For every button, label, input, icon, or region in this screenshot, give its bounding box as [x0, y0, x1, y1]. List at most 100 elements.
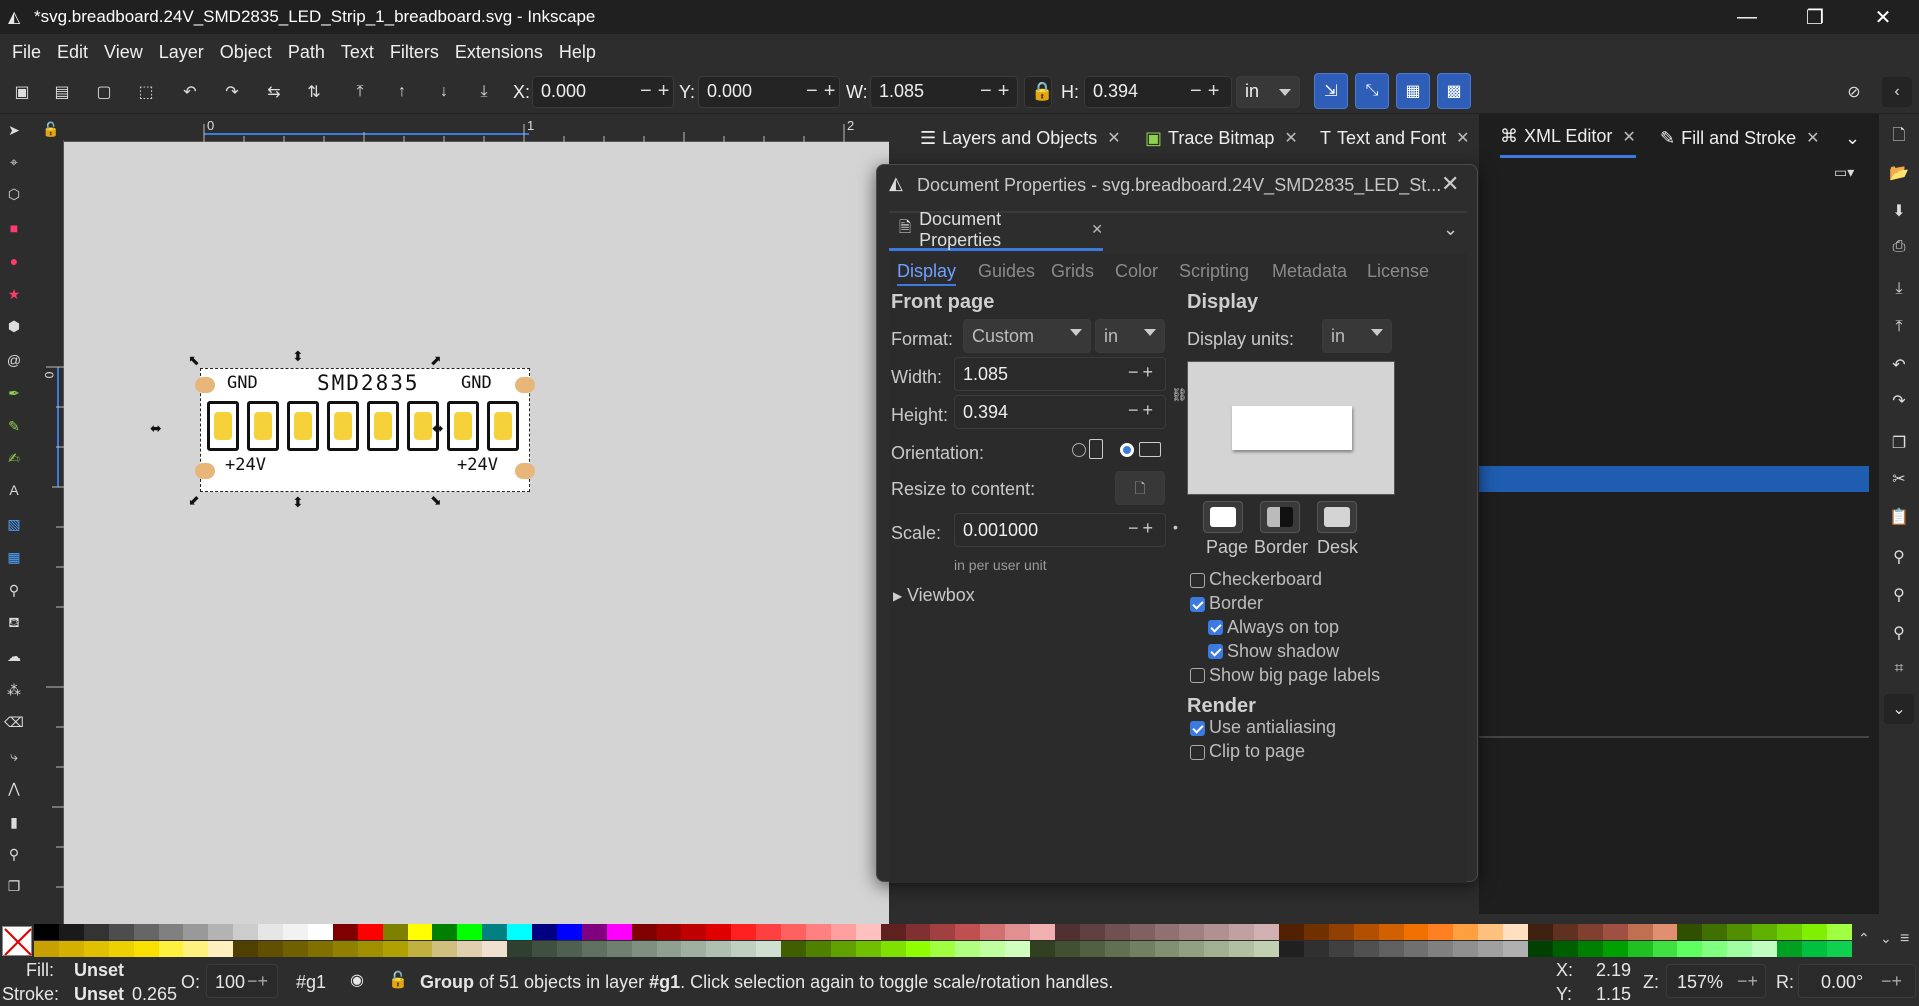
subtab-grids[interactable]: Grids: [1051, 261, 1094, 282]
palette-swatch[interactable]: [1353, 924, 1380, 940]
stroke-width[interactable]: 0.265: [132, 984, 177, 1005]
palette-swatch[interactable]: [1478, 941, 1504, 957]
palette-swatch[interactable]: [1279, 941, 1305, 957]
landscape-radio[interactable]: [1120, 443, 1134, 457]
palette-swatch[interactable]: [1478, 924, 1504, 940]
no-paint-swatch[interactable]: [2, 926, 32, 956]
format-select[interactable]: Custom: [963, 319, 1091, 353]
scale-handle-sw[interactable]: ⬋: [188, 492, 200, 509]
palette-swatch[interactable]: [1602, 924, 1629, 940]
palette-swatch[interactable]: [507, 941, 533, 957]
palette-swatch[interactable]: [1154, 924, 1180, 940]
palette-swatch[interactable]: [805, 924, 832, 940]
palette-swatch[interactable]: [357, 924, 384, 940]
palette-swatch[interactable]: [208, 924, 234, 940]
zoom-center-icon[interactable]: ⌗: [1884, 654, 1914, 684]
palette-swatch[interactable]: [1752, 924, 1778, 940]
tab-layers-objects[interactable]: ☰ Layers and Objects ✕: [920, 118, 1121, 158]
big-page-labels-checkbox[interactable]: [1190, 668, 1205, 683]
palette-swatch[interactable]: [208, 941, 234, 957]
expander-icon[interactable]: ▶: [893, 589, 902, 603]
menu-filters[interactable]: Filters: [386, 42, 443, 63]
palette-swatch[interactable]: [930, 924, 956, 940]
dialog-close-icon[interactable]: ✕: [1441, 171, 1459, 197]
palette-swatch[interactable]: [1079, 924, 1106, 940]
palette-swatch[interactable]: [158, 924, 184, 940]
palette-swatch[interactable]: [34, 924, 60, 940]
palette-swatch[interactable]: [1428, 924, 1454, 940]
palette-swatch[interactable]: [1577, 924, 1604, 940]
scale-handle-e[interactable]: ⬌: [432, 420, 444, 437]
pencil-tool-icon[interactable]: ✎: [4, 416, 24, 436]
palette-swatch[interactable]: [432, 924, 458, 940]
palette-swatch[interactable]: [407, 941, 433, 957]
scale-handle-n[interactable]: ⬍: [292, 348, 304, 365]
deselect-icon[interactable]: ▢: [92, 80, 116, 104]
zoom-tool-icon[interactable]: ⚲: [4, 844, 24, 864]
opacity-input[interactable]: 100 −+: [206, 964, 278, 998]
dropper-tool-icon[interactable]: ⚲: [4, 580, 24, 600]
palette-swatch[interactable]: [681, 941, 707, 957]
palette-swatch[interactable]: [1677, 941, 1703, 957]
checkerboard-checkbox[interactable]: [1190, 573, 1205, 588]
palette-scroll-up-icon[interactable]: ⌃: [1858, 930, 1870, 947]
palette-swatch[interactable]: [1104, 924, 1131, 940]
palette-swatch[interactable]: [1353, 941, 1380, 957]
palette-swatch[interactable]: [1453, 941, 1479, 957]
lpe-tool-icon[interactable]: ⋀: [4, 778, 24, 798]
palette-swatch[interactable]: [1453, 924, 1479, 940]
palette-swatch[interactable]: [581, 924, 608, 940]
rectangle-tool-icon[interactable]: ■: [4, 218, 24, 238]
menu-layer[interactable]: Layer: [155, 42, 208, 63]
palette-swatch[interactable]: [980, 941, 1006, 957]
toggle-select-icon[interactable]: ⬚: [134, 80, 158, 104]
subtab-scripting[interactable]: Scripting: [1179, 261, 1249, 282]
palette-swatch[interactable]: [781, 941, 807, 957]
lock-ratio-icon[interactable]: 🔒: [1024, 76, 1053, 108]
palette-swatch[interactable]: [1328, 941, 1355, 957]
redo-icon[interactable]: ↷: [1884, 386, 1914, 416]
always-on-top-checkbox[interactable]: [1208, 620, 1223, 635]
palette-swatch[interactable]: [606, 941, 633, 957]
portrait-radio[interactable]: [1072, 443, 1086, 457]
palette-swatch[interactable]: [532, 924, 558, 940]
palette-swatch[interactable]: [731, 941, 757, 957]
palette-swatch[interactable]: [1079, 941, 1106, 957]
calligraphy-tool-icon[interactable]: ✍: [4, 448, 24, 468]
palette-swatch[interactable]: [1204, 924, 1230, 940]
subtab-guides[interactable]: Guides: [978, 261, 1035, 282]
palette-swatch[interactable]: [1378, 924, 1404, 940]
unit-select[interactable]: in: [1236, 76, 1300, 108]
palette-swatch[interactable]: [307, 924, 334, 940]
rotate-cw-icon[interactable]: ↷: [220, 80, 244, 104]
palette-swatch[interactable]: [1303, 924, 1330, 940]
palette-swatch[interactable]: [83, 924, 110, 940]
palette-swatch[interactable]: [706, 941, 732, 957]
palette-swatch[interactable]: [955, 924, 981, 940]
menu-object[interactable]: Object: [216, 42, 276, 63]
scale-handle-ne[interactable]: ⬈: [430, 352, 442, 369]
palette-swatch[interactable]: [1154, 941, 1180, 957]
pen-tool-icon[interactable]: ✒: [4, 383, 24, 403]
palette-swatch[interactable]: [1054, 941, 1081, 957]
palette-swatch[interactable]: [1528, 924, 1554, 940]
layer-lock-icon[interactable]: 🔓: [388, 970, 408, 990]
scale-handle-w[interactable]: ⬌: [150, 420, 162, 437]
palette-swatch[interactable]: [432, 941, 458, 957]
palette-swatch[interactable]: [1403, 924, 1429, 940]
palette-swatch[interactable]: [1179, 941, 1205, 957]
zoom-page-icon[interactable]: ⚲: [1884, 618, 1914, 648]
palette-menu-icon[interactable]: ≡: [1900, 930, 1909, 948]
node-tool-icon[interactable]: ⌖: [4, 152, 24, 172]
palette-swatch[interactable]: [1627, 941, 1653, 957]
zoom-input[interactable]: 157% −+: [1666, 964, 1766, 998]
palette-swatch[interactable]: [556, 924, 583, 940]
palette-swatch[interactable]: [183, 924, 209, 940]
palette-swatches[interactable]: [34, 924, 1854, 958]
width-input[interactable]: 1.085 −+: [954, 357, 1166, 391]
palette-swatch[interactable]: [855, 924, 882, 940]
palette-swatch[interactable]: [133, 924, 159, 940]
gradient-tool-icon[interactable]: ▧: [4, 514, 24, 534]
ellipse-tool-icon[interactable]: ●: [4, 251, 24, 271]
lock-guides-icon[interactable]: 🔓: [40, 118, 62, 140]
